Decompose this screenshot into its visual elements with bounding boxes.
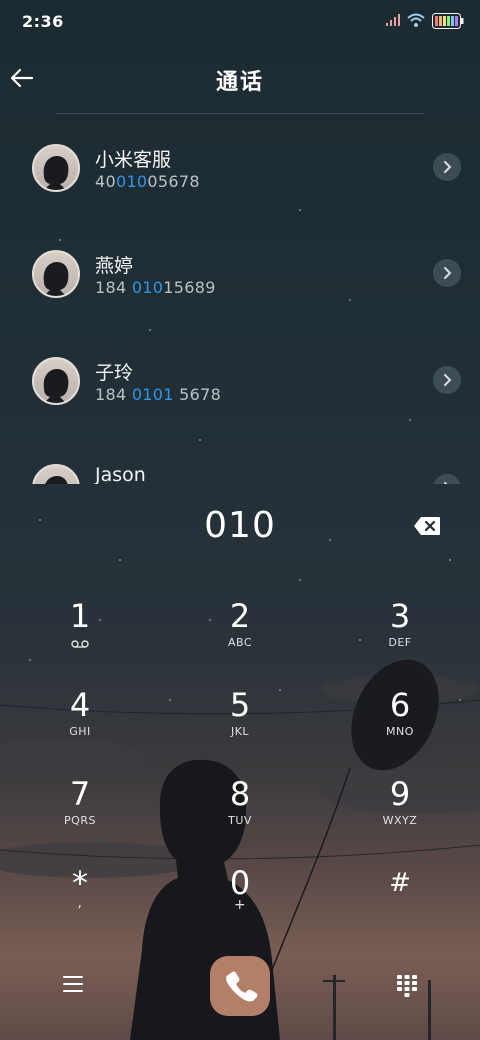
- app-header: 通话: [0, 52, 480, 112]
- status-bar: 2:36: [0, 0, 480, 44]
- dial-key-8[interactable]: 8 TUV: [180, 776, 300, 856]
- number-prefix: 184: [95, 278, 132, 297]
- key-digit: 6: [389, 686, 411, 724]
- backspace-icon[interactable]: [413, 516, 441, 536]
- key-digit: 3: [389, 597, 411, 635]
- key-digit: 7: [69, 775, 91, 813]
- number-match: 010: [131, 278, 164, 297]
- contact-row[interactable]: Jason: [0, 432, 480, 484]
- dial-key-star[interactable]: * ,: [20, 865, 140, 945]
- key-letters: ,: [77, 895, 83, 911]
- number-prefix: 184: [95, 385, 132, 404]
- key-letters: ABC: [227, 636, 253, 649]
- menu-icon[interactable]: [63, 975, 83, 993]
- dial-entry-field[interactable]: 010: [0, 505, 480, 546]
- key-digit: #: [389, 868, 411, 898]
- contact-name: Jason: [95, 464, 146, 484]
- dial-key-6[interactable]: 6 MNO: [340, 687, 460, 767]
- avatar: [32, 464, 80, 484]
- contact-row[interactable]: 小米客服 4001005678: [0, 114, 480, 220]
- chevron-right-icon[interactable]: [433, 366, 461, 394]
- number-suffix: 5678: [173, 385, 222, 404]
- key-letters: TUV: [228, 814, 252, 827]
- contact-number: 4001005678: [95, 172, 200, 191]
- dial-key-0[interactable]: 0 +: [180, 865, 300, 945]
- avatar-silhouette-icon: [45, 476, 68, 484]
- avatar: [32, 250, 80, 298]
- chevron-right-icon[interactable]: [433, 474, 461, 484]
- contact-name: 子玲: [95, 362, 134, 384]
- key-digit: 1: [69, 597, 91, 635]
- key-letters: MNO: [386, 725, 414, 738]
- key-digit: 9: [389, 775, 411, 813]
- dial-key-1[interactable]: 1: [20, 598, 140, 678]
- chevron-right-icon[interactable]: [433, 259, 461, 287]
- key-letters: WXYZ: [382, 814, 418, 827]
- key-letters: DEF: [388, 636, 412, 649]
- dial-key-9[interactable]: 9 WXYZ: [340, 776, 460, 856]
- avatar-silhouette-icon: [43, 156, 69, 190]
- dial-key-hash[interactable]: #: [340, 865, 460, 945]
- signal-icon: [386, 14, 400, 26]
- battery-icon: [432, 13, 464, 29]
- call-button[interactable]: [210, 956, 270, 1016]
- dial-key-3[interactable]: 3 DEF: [340, 598, 460, 678]
- dial-key-7[interactable]: 7 PQRS: [20, 776, 140, 856]
- key-digit: 5: [229, 686, 251, 724]
- number-suffix: 15689: [163, 278, 216, 297]
- contact-row[interactable]: 子玲 184 0101 5678: [0, 326, 480, 432]
- avatar-silhouette-icon: [43, 262, 69, 296]
- key-letters: JKL: [230, 725, 250, 738]
- page-title: 通话: [215, 70, 264, 95]
- contact-name: 小米客服: [95, 149, 172, 171]
- key-digit: 4: [69, 686, 91, 724]
- number-match: 0101: [131, 385, 174, 404]
- key-digit: 2: [229, 597, 251, 635]
- contact-row[interactable]: 燕婷 184 01015689: [0, 220, 480, 326]
- avatar: [32, 357, 80, 405]
- key-digit: 0: [229, 864, 251, 902]
- number-prefix: 40: [95, 172, 116, 191]
- contact-number: 184 0101 5678: [95, 385, 221, 404]
- chevron-right-icon[interactable]: [433, 153, 461, 181]
- dial-key-2[interactable]: 2 ABC: [180, 598, 300, 678]
- contact-list: 小米客服 4001005678 燕婷 184 01015689 子玲 184 0…: [0, 114, 480, 484]
- contact-name: 燕婷: [95, 255, 134, 277]
- number-match: 010: [115, 172, 148, 191]
- avatar: [32, 144, 80, 192]
- key-letters: PQRS: [64, 814, 96, 827]
- avatar-silhouette-icon: [43, 369, 69, 403]
- number-suffix: 05678: [147, 172, 200, 191]
- phone-icon: [226, 971, 258, 1002]
- dial-key-5[interactable]: 5 JKL: [180, 687, 300, 767]
- key-letters: GHI: [69, 725, 91, 738]
- key-letters: +: [233, 897, 247, 913]
- key-digit: 8: [229, 775, 251, 813]
- status-time: 2:36: [22, 12, 64, 31]
- voicemail-icon: [71, 640, 89, 648]
- wifi-icon: [407, 13, 425, 27]
- keypad-icon[interactable]: [397, 975, 417, 997]
- contact-number: 184 01015689: [95, 278, 216, 297]
- dial-key-4[interactable]: 4 GHI: [20, 687, 140, 767]
